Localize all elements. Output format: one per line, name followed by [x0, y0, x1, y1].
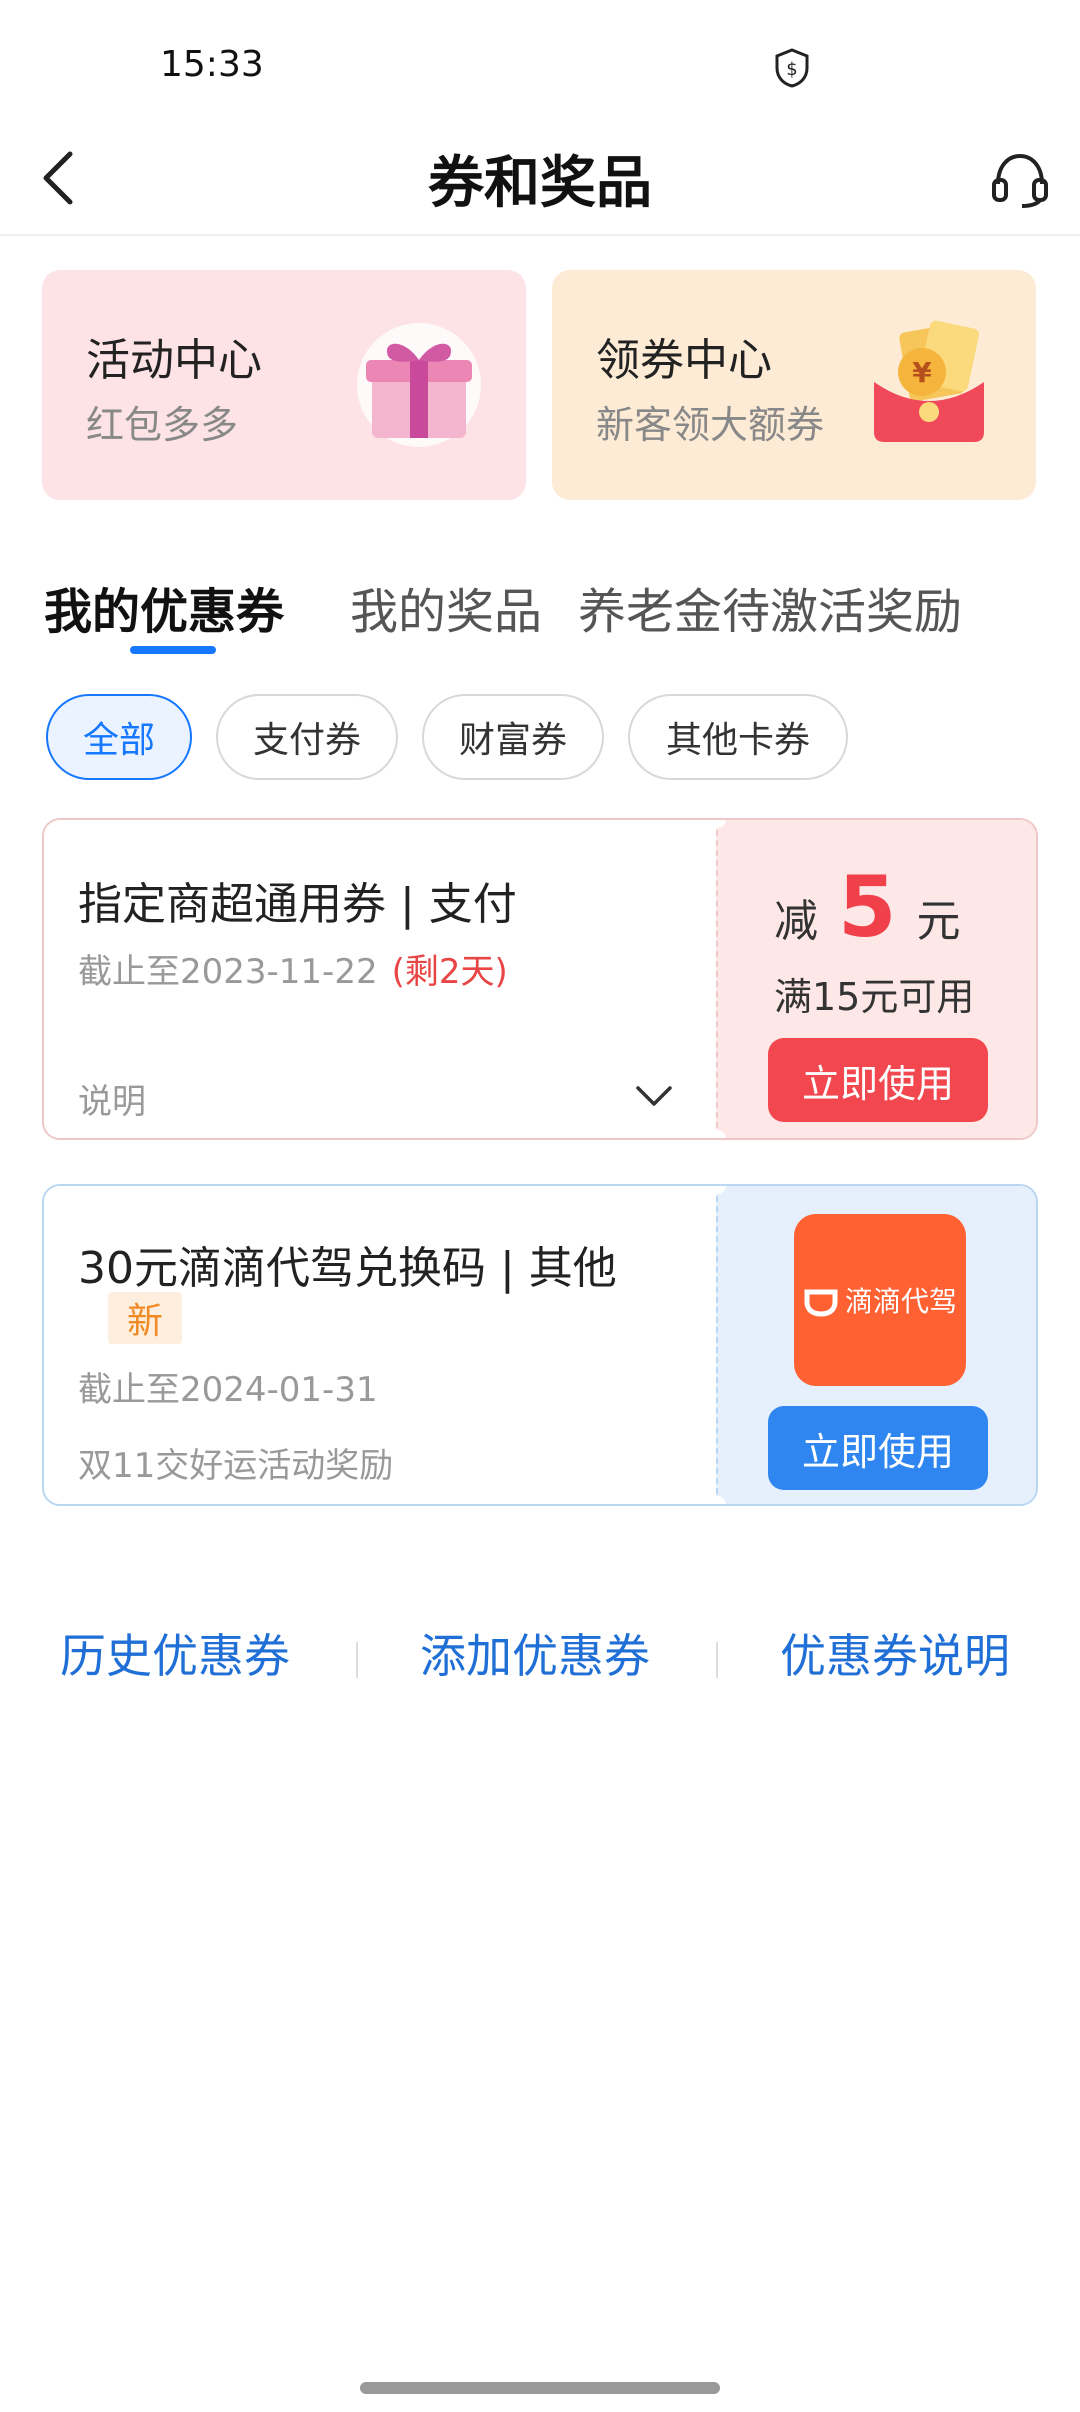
promo-title: 领券中心 [596, 335, 772, 386]
status-time: 15:33 [160, 44, 264, 85]
use-now-button[interactable]: 立即使用 [768, 1038, 988, 1122]
promo-subtitle: 红包多多 [86, 403, 239, 447]
red-envelope-icon: ¥ [874, 320, 984, 442]
didi-driver-logo: 滴滴代驾 [794, 1214, 966, 1386]
status-bar: 15:33 $ [0, 0, 1080, 120]
headset-icon [992, 153, 1048, 208]
coupon-info: 30元滴滴代驾兑换码 | 其他 新 截止至2024-01-31 双11交好运活动… [44, 1186, 716, 1504]
tab-my-prizes[interactable]: 我的奖品 [350, 572, 542, 642]
nav-bar: 券和奖品 [0, 120, 1080, 236]
bottom-links: 历史优惠券 添加优惠券 优惠券说明 [0, 1620, 1080, 1700]
coupon-source: 双11交好运活动奖励 [78, 1446, 394, 1486]
coupon-title: 30元滴滴代驾兑换码 | 其他 [78, 1243, 617, 1294]
coupon-title: 指定商超通用券 | 支付 [78, 879, 517, 930]
filter-wealth[interactable]: 财富券 [422, 694, 604, 780]
didi-logo-icon [804, 1289, 838, 1317]
coupon-expiry: 截止至2023-11-22 (剩2天) [78, 944, 508, 993]
tab-pension-rewards[interactable]: 养老金待激活奖励 [578, 572, 962, 642]
reduce-unit: 元 [916, 896, 961, 947]
filter-other-cards[interactable]: 其他卡券 [628, 694, 848, 780]
add-coupon-link[interactable]: 添加优惠券 [420, 1620, 650, 1686]
home-indicator[interactable] [360, 2382, 720, 2394]
chevron-down-icon[interactable] [634, 1076, 674, 1116]
reduce-label: 减 [774, 896, 818, 947]
usage-condition: 满15元可用 [774, 975, 975, 1019]
history-coupons-link[interactable]: 历史优惠券 [60, 1620, 290, 1686]
filter-payment[interactable]: 支付券 [216, 694, 398, 780]
shield-dollar-icon: $ [775, 48, 809, 88]
logo-text: 滴滴代驾 [844, 1285, 957, 1318]
gift-box-icon [357, 323, 481, 447]
expiry-date: 截止至2023-11-22 [78, 952, 378, 992]
activity-center-card[interactable]: 活动中心 红包多多 [42, 270, 526, 500]
link-separator [716, 1642, 718, 1678]
expiry-date: 截止至2024-01-31 [78, 1370, 378, 1410]
coupon-value-panel: 减5元 满15元可用 立即使用 [716, 820, 1036, 1138]
filter-all[interactable]: 全部 [46, 694, 192, 780]
customer-service-button[interactable] [982, 142, 1058, 218]
tab-active-indicator [130, 646, 216, 654]
coupon-divider [716, 830, 718, 1128]
coupon-tabs: 我的优惠券 我的奖品 养老金待激活奖励 [0, 560, 1080, 670]
page-title: 券和奖品 [428, 151, 652, 216]
promo-subtitle: 新客领大额券 [596, 403, 825, 447]
tab-my-coupons[interactable]: 我的优惠券 [44, 572, 284, 642]
reduce-amount: 5 [838, 858, 897, 956]
new-badge: 新 [108, 1292, 182, 1344]
link-separator [356, 1642, 358, 1678]
svg-text:$: $ [786, 59, 797, 80]
coupon-divider [716, 1196, 718, 1494]
coupon-card[interactable]: 30元滴滴代驾兑换码 | 其他 新 截止至2024-01-31 双11交好运活动… [42, 1184, 1038, 1506]
coupon-info: 指定商超通用券 | 支付 截止至2023-11-22 (剩2天) 说明 [44, 820, 716, 1138]
coupon-rules-link[interactable]: 优惠券说明 [780, 1620, 1010, 1686]
coupon-center-card[interactable]: 领券中心 新客领大额券 ¥ [552, 270, 1036, 500]
use-now-button[interactable]: 立即使用 [768, 1406, 988, 1490]
promo-title: 活动中心 [86, 335, 262, 386]
coupon-brand-panel: 滴滴代驾 立即使用 [716, 1186, 1036, 1504]
svg-text:¥: ¥ [912, 356, 932, 389]
coupon-card[interactable]: 指定商超通用券 | 支付 截止至2023-11-22 (剩2天) 说明 减5元 满… [42, 818, 1038, 1140]
discount-amount: 减5元 [774, 858, 960, 956]
coupon-description-toggle[interactable]: 说明 [78, 1074, 146, 1123]
remaining-days: (剩2天) [391, 952, 508, 992]
